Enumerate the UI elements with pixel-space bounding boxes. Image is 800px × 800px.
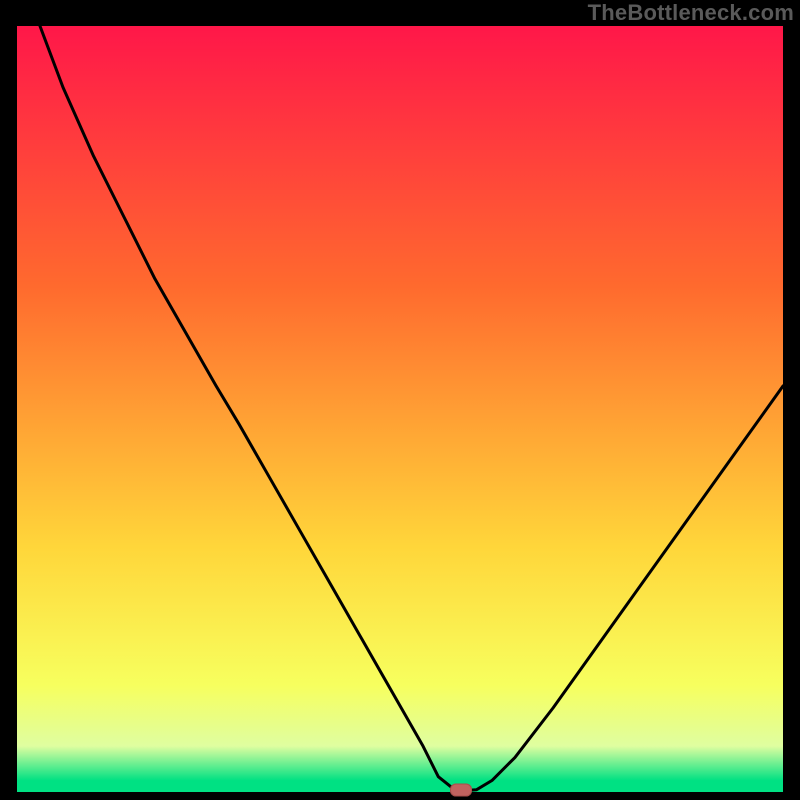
watermark-text: TheBottleneck.com	[588, 0, 794, 26]
plot-area	[17, 26, 783, 792]
bottleneck-plot-svg	[17, 26, 783, 792]
gradient-background	[17, 26, 783, 792]
optimal-marker	[450, 783, 472, 796]
chart-frame: TheBottleneck.com	[0, 0, 800, 800]
